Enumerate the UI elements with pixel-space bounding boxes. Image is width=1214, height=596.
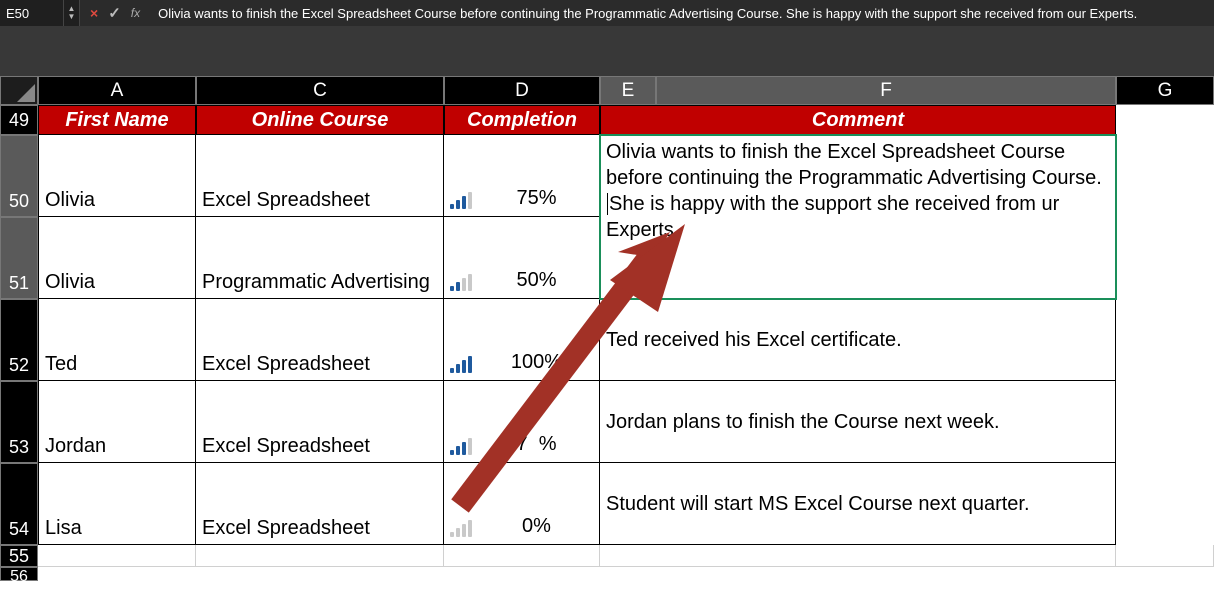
comment-text: Olivia wants to finish the Excel Spreads… bbox=[606, 141, 1102, 189]
row-header-54[interactable]: 54 bbox=[0, 463, 38, 545]
data-row-52: 52 Ted Excel Spreadsheet 100% Ted receiv… bbox=[0, 299, 1214, 381]
cell-D55[interactable] bbox=[444, 545, 600, 567]
signal-bars-icon bbox=[450, 356, 472, 376]
cell-A50[interactable]: Olivia bbox=[38, 135, 196, 217]
cell-C51[interactable]: Programmatic Advertising bbox=[196, 217, 444, 299]
row-header-50[interactable]: 50 bbox=[0, 135, 38, 217]
row-header-56[interactable]: 56 bbox=[0, 567, 38, 581]
cell-A54[interactable]: Lisa bbox=[38, 463, 196, 545]
name-box[interactable]: E50 bbox=[0, 0, 64, 26]
cell-A51[interactable]: Olivia bbox=[38, 217, 196, 299]
col-header-C[interactable]: C bbox=[196, 76, 444, 105]
row-header-55[interactable]: 55 bbox=[0, 545, 38, 567]
cell-E50-merged-comment[interactable]: Olivia wants to finish the Excel Spreads… bbox=[600, 135, 1116, 299]
cell-E53-comment[interactable]: Jordan plans to finish the Course next w… bbox=[600, 381, 1116, 463]
select-all-corner[interactable] bbox=[0, 76, 38, 105]
signal-bars-icon bbox=[450, 192, 472, 212]
cell-C54[interactable]: Excel Spreadsheet bbox=[196, 463, 444, 545]
row-header-53[interactable]: 53 bbox=[0, 381, 38, 463]
stepper-down-icon[interactable]: ▼ bbox=[64, 13, 79, 21]
toolbar-area bbox=[0, 26, 1214, 76]
col-header-F[interactable]: F bbox=[656, 76, 1116, 105]
cell-D50[interactable]: 75% bbox=[444, 135, 600, 217]
hdr-online-course[interactable]: Online Course bbox=[196, 105, 444, 135]
cell-D53[interactable]: 75% bbox=[444, 381, 600, 463]
col-header-A[interactable]: A bbox=[38, 76, 196, 105]
cell-D54[interactable]: 0% bbox=[444, 463, 600, 545]
completion-value: 100% bbox=[480, 351, 593, 376]
completion-value: 50% bbox=[480, 269, 593, 294]
col-header-D[interactable]: D bbox=[444, 76, 600, 105]
spreadsheet-grid[interactable]: A C D E F G 49 First Name Online Course … bbox=[0, 76, 1214, 596]
signal-bars-icon bbox=[450, 274, 472, 294]
name-box-stepper[interactable]: ▲ ▼ bbox=[64, 0, 80, 26]
completion-value: 75% bbox=[480, 187, 593, 212]
col-header-E[interactable]: E bbox=[600, 76, 656, 105]
hdr-completion[interactable]: Completion bbox=[444, 105, 600, 135]
data-row-54: 54 Lisa Excel Spreadsheet 0% Student wil… bbox=[0, 463, 1214, 545]
completion-value: 75% bbox=[480, 433, 593, 458]
cell-C50[interactable]: Excel Spreadsheet bbox=[196, 135, 444, 217]
formula-input[interactable]: Olivia wants to finish the Excel Spreads… bbox=[150, 0, 1214, 26]
signal-bars-icon bbox=[450, 438, 472, 458]
signal-bars-icon bbox=[450, 520, 472, 540]
cell-C53[interactable]: Excel Spreadsheet bbox=[196, 381, 444, 463]
hdr-comment[interactable]: Comment bbox=[600, 105, 1116, 135]
cell-E54-comment[interactable]: Student will start MS Excel Course next … bbox=[600, 463, 1116, 545]
col-header-G[interactable]: G bbox=[1116, 76, 1214, 105]
cell-G55[interactable] bbox=[1116, 545, 1214, 567]
cell-A52[interactable]: Ted bbox=[38, 299, 196, 381]
cell-E55[interactable] bbox=[600, 545, 1116, 567]
confirm-icon[interactable]: ✓ bbox=[108, 4, 121, 22]
data-row-55: 55 bbox=[0, 545, 1214, 567]
cell-C52[interactable]: Excel Spreadsheet bbox=[196, 299, 444, 381]
column-header-row: A C D E F G bbox=[0, 76, 1214, 105]
cell-D51[interactable]: 50% bbox=[444, 217, 600, 299]
data-row-53: 53 Jordan Excel Spreadsheet 75% Jordan p… bbox=[0, 381, 1214, 463]
row-header-49[interactable]: 49 bbox=[0, 105, 38, 135]
formula-bar: E50 ▲ ▼ × ✓ fx Olivia wants to finish th… bbox=[0, 0, 1214, 26]
cell-A55[interactable] bbox=[38, 545, 196, 567]
cell-D52[interactable]: 100% bbox=[444, 299, 600, 381]
hdr-first-name[interactable]: First Name bbox=[38, 105, 196, 135]
cell-A53[interactable]: Jordan bbox=[38, 381, 196, 463]
row-header-52[interactable]: 52 bbox=[0, 299, 38, 381]
text-cursor bbox=[607, 193, 608, 215]
completion-value: 0% bbox=[480, 515, 593, 540]
header-row-49: 49 First Name Online Course Completion C… bbox=[0, 105, 1214, 135]
cancel-icon[interactable]: × bbox=[90, 5, 98, 21]
cell-C55[interactable] bbox=[196, 545, 444, 567]
fx-icon[interactable]: fx bbox=[131, 6, 140, 20]
cell-E52-comment[interactable]: Ted received his Excel certificate. bbox=[600, 299, 1116, 381]
data-row-56: 56 bbox=[0, 567, 1214, 581]
row-header-51[interactable]: 51 bbox=[0, 217, 38, 299]
